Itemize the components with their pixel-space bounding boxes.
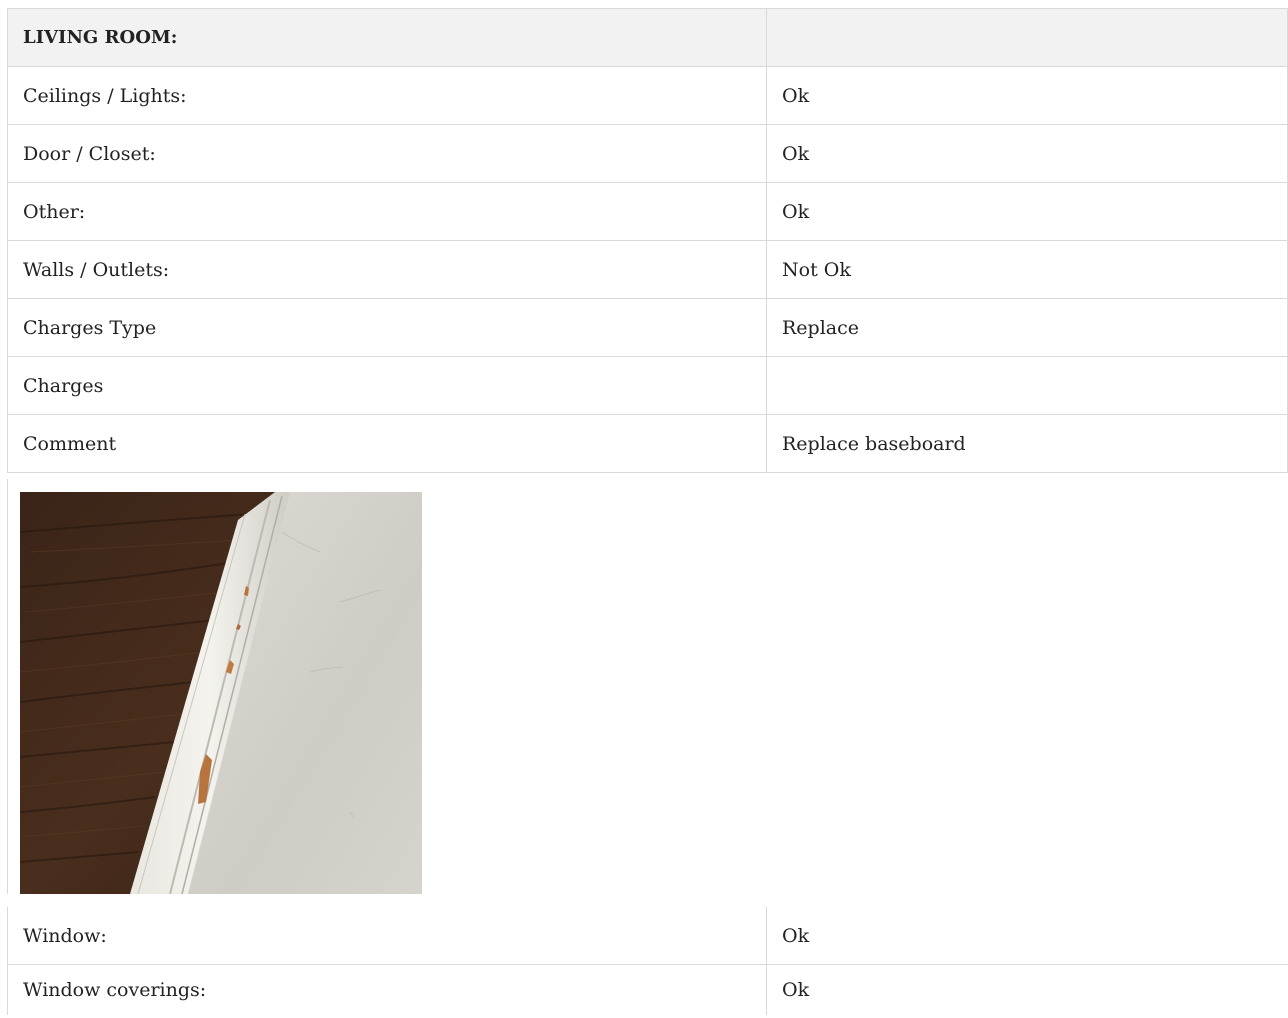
- section-title: LIVING ROOM:: [7, 8, 767, 67]
- row-value: Replace: [766, 298, 1288, 357]
- row-label: Comment: [7, 414, 767, 473]
- table-row: Other: Ok: [7, 182, 1288, 241]
- table-row: Window: Ok: [7, 907, 1288, 965]
- row-value: Ok: [766, 907, 1288, 965]
- table-row: Charges: [7, 356, 1288, 415]
- row-label: Door / Closet:: [7, 124, 767, 183]
- table-row: Charges Type Replace: [7, 298, 1288, 357]
- row-value: [766, 356, 1288, 415]
- table-row: Comment Replace baseboard: [7, 414, 1288, 473]
- section-header-row: LIVING ROOM:: [7, 8, 1288, 67]
- photo-image: [20, 492, 422, 894]
- row-label: Window coverings:: [7, 964, 767, 1015]
- table-row: Window coverings: Ok: [7, 964, 1288, 1015]
- row-value: Ok: [766, 182, 1288, 241]
- row-value: Replace baseboard: [766, 414, 1288, 473]
- row-label: Walls / Outlets:: [7, 240, 767, 299]
- row-label: Charges Type: [7, 298, 767, 357]
- row-value: Ok: [766, 66, 1288, 125]
- living-room-table-continued: Window: Ok Window coverings: Ok: [7, 907, 1288, 1015]
- living-room-table: LIVING ROOM: Ceilings / Lights: Ok Door …: [7, 8, 1288, 473]
- table-row: Ceilings / Lights: Ok: [7, 66, 1288, 125]
- row-label: Window:: [7, 907, 767, 965]
- section-title-value: [766, 8, 1288, 67]
- row-value: Ok: [766, 964, 1288, 1015]
- photo-gutter-line: [7, 479, 8, 894]
- row-value: Not Ok: [766, 240, 1288, 299]
- row-label: Charges: [7, 356, 767, 415]
- inspection-report-page: LIVING ROOM: Ceilings / Lights: Ok Door …: [0, 0, 1288, 1018]
- row-value: Ok: [766, 124, 1288, 183]
- row-label: Other:: [7, 182, 767, 241]
- row-label: Ceilings / Lights:: [7, 66, 767, 125]
- table-row: Door / Closet: Ok: [7, 124, 1288, 183]
- damaged-baseboard-photo[interactable]: [20, 492, 422, 894]
- table-row: Walls / Outlets: Not Ok: [7, 240, 1288, 299]
